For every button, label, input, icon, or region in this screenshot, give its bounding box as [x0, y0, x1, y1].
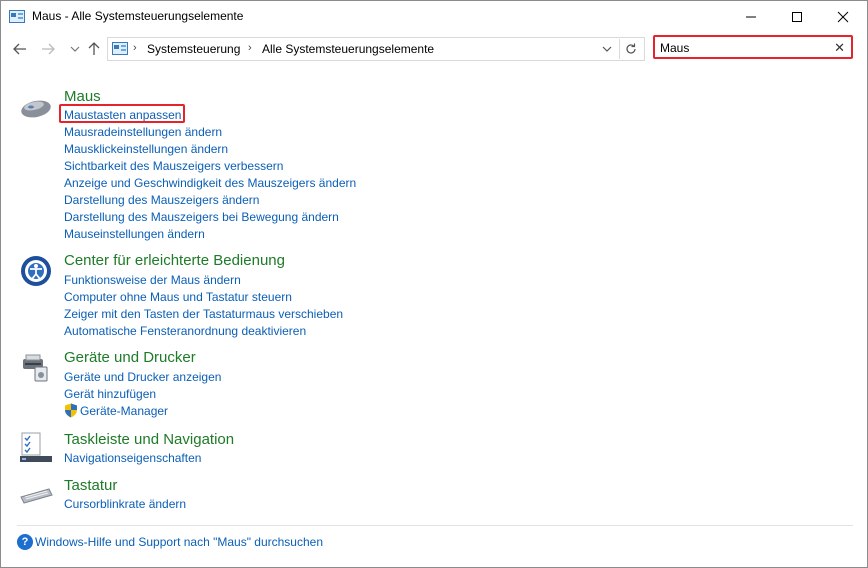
breadcrumb-separator-icon: ›	[133, 42, 137, 54]
keyboard-icon	[20, 488, 53, 504]
address-dropdown-button[interactable]	[598, 40, 616, 58]
link-sichtbarkeit[interactable]: Sichtbarkeit des Mauszeigers verbessern	[64, 159, 283, 173]
maximize-icon	[792, 11, 802, 22]
back-button[interactable]	[10, 39, 30, 59]
highlight-frame	[59, 104, 185, 123]
control-panel-icon	[9, 10, 25, 23]
link-fensteranordnung[interactable]: Automatische Fensteranordnung deaktivier…	[64, 324, 306, 338]
search-input[interactable]: Maus ✕	[653, 35, 853, 59]
link-geraete-manager[interactable]: Geräte-Manager	[80, 404, 168, 418]
link-anzeige-geschwindigkeit[interactable]: Anzeige und Geschwindigkeit des Mauszeig…	[64, 176, 356, 190]
title-bar[interactable]: Maus - Alle Systemsteuerungselemente	[1, 1, 867, 32]
clear-search-icon[interactable]: ✕	[834, 40, 845, 56]
link-ohne-maus[interactable]: Computer ohne Maus und Tastatur steuern	[64, 290, 292, 304]
link-darstellung[interactable]: Darstellung des Mauszeigers ändern	[64, 193, 259, 207]
arrow-right-icon	[42, 43, 55, 55]
up-button[interactable]	[84, 39, 104, 59]
maximize-button[interactable]	[774, 1, 820, 32]
devices-printers-icon	[23, 354, 48, 382]
link-darstellung-bewegung[interactable]: Darstellung des Mauszeigers bei Bewegung…	[64, 210, 339, 224]
refresh-icon	[626, 43, 636, 54]
chevron-down-icon	[602, 46, 612, 52]
close-icon	[837, 11, 849, 22]
link-mauseinstellungen[interactable]: Mauseinstellungen ändern	[64, 227, 205, 241]
chevron-down-icon	[70, 46, 80, 52]
help-icon: ?	[17, 534, 33, 550]
taskbar-icon	[20, 432, 52, 462]
group-title-tastatur[interactable]: Tastatur	[64, 477, 117, 494]
breadcrumb-separator-icon: ›	[248, 42, 252, 54]
breadcrumb-systemsteuerung[interactable]: Systemsteuerung	[147, 42, 240, 56]
close-button[interactable]	[820, 1, 866, 32]
group-title-maus[interactable]: Maus	[64, 88, 101, 105]
refresh-button[interactable]	[619, 39, 642, 59]
breadcrumb-alle-elemente[interactable]: Alle Systemsteuerungselemente	[262, 42, 434, 56]
control-panel-window: Maus - Alle Systemsteuerungselemente › S…	[0, 0, 868, 568]
forward-button[interactable]	[38, 39, 58, 59]
mouse-icon	[21, 100, 51, 118]
ease-of-access-icon	[21, 256, 51, 286]
minimize-button[interactable]	[728, 1, 774, 32]
window-title: Maus - Alle Systemsteuerungselemente	[32, 9, 244, 23]
control-panel-icon	[112, 42, 128, 55]
help-text[interactable]: Windows-Hilfe und Support nach "Maus" du…	[35, 535, 323, 549]
link-cursorblinkrate[interactable]: Cursorblinkrate ändern	[64, 497, 186, 511]
recent-locations-button[interactable]	[65, 39, 85, 59]
link-navigationseigenschaften[interactable]: Navigationseigenschaften	[64, 451, 201, 465]
address-bar[interactable]: › Systemsteuerung › Alle Systemsteuerung…	[107, 37, 645, 61]
navigation-bar: › Systemsteuerung › Alle Systemsteuerung…	[1, 35, 867, 63]
group-title-geraete-drucker[interactable]: Geräte und Drucker	[64, 349, 196, 366]
arrow-left-icon	[13, 43, 26, 55]
minimize-icon	[746, 16, 756, 17]
shield-icon	[65, 403, 77, 418]
link-geraet-hinzufuegen[interactable]: Gerät hinzufügen	[64, 387, 156, 401]
link-tastaturmaus[interactable]: Zeiger mit den Tasten der Tastaturmaus v…	[64, 307, 343, 321]
link-geraete-anzeigen[interactable]: Geräte und Drucker anzeigen	[64, 370, 221, 384]
group-title-taskleiste[interactable]: Taskleiste und Navigation	[64, 431, 234, 448]
group-title-erleichterte-bedienung[interactable]: Center für erleichterte Bedienung	[64, 252, 285, 269]
link-funktionsweise[interactable]: Funktionsweise der Maus ändern	[64, 273, 241, 287]
divider	[17, 525, 853, 526]
link-mausrad[interactable]: Mausradeinstellungen ändern	[64, 125, 222, 139]
search-value: Maus	[660, 41, 690, 55]
link-mausklick[interactable]: Mausklickeinstellungen ändern	[64, 142, 228, 156]
arrow-up-icon	[88, 42, 100, 55]
